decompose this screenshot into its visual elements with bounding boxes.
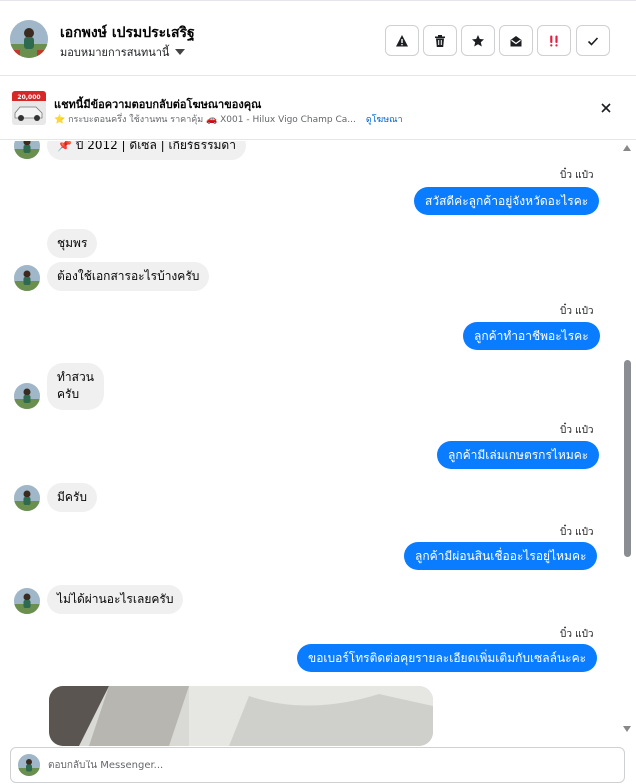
- shared-photo[interactable]: [49, 686, 433, 746]
- incoming-message: ทำสวน ครับ: [47, 363, 104, 410]
- message-line: ครับ: [57, 387, 80, 401]
- close-notice-button[interactable]: [596, 98, 616, 118]
- assign-conversation-dropdown[interactable]: มอบหมายการสนทนานี้: [60, 43, 186, 61]
- incoming-message: ชุมพร: [47, 229, 98, 258]
- message-sender-name: บิ๋ว แป๋ว: [560, 425, 594, 436]
- scroll-down-arrow-icon[interactable]: [623, 726, 631, 732]
- assign-label: มอบหมายการสนทนานี้: [60, 46, 170, 59]
- warning-icon: [396, 34, 408, 46]
- follow-up-icon: [550, 35, 558, 46]
- ad-thumbnail-badge: 20,000: [17, 94, 40, 101]
- scrollbar-thumb[interactable]: [624, 360, 631, 557]
- page-avatar: [18, 754, 40, 776]
- message-sender-name: บิ๋ว แป๋ว: [560, 170, 594, 181]
- trash-icon: [435, 34, 445, 47]
- contact-name[interactable]: เอกพงษ์ เปรมประเสริฐ: [60, 22, 195, 44]
- message-sender-name: บิ๋ว แป๋ว: [560, 629, 594, 640]
- outgoing-message: ลูกค้าทำอาชีพอะไรคะ: [463, 322, 600, 350]
- ad-notice-subtitle: ⭐ กระบะตอนครึ่ง ใช้งานทน ราคาคุ้ม 🚗 X001…: [54, 112, 403, 126]
- outgoing-message: ขอเบอร์โทรติดต่อคุยรายละเอียดเพิ่มเติมกั…: [297, 644, 598, 672]
- contact-message-avatar: [14, 485, 40, 511]
- mark-done-button[interactable]: [576, 25, 610, 56]
- ad-notice-title: แชทนี้มีข้อความตอบกลับต่อโฆษณาของคุณ: [54, 98, 262, 111]
- mark-unread-button[interactable]: [499, 25, 533, 56]
- star-button[interactable]: [461, 25, 495, 56]
- ad-notice-description: ⭐ กระบะตอนครึ่ง ใช้งานทน ราคาคุ้ม 🚗 X001…: [54, 115, 356, 125]
- message-sender-name: บิ๋ว แป๋ว: [560, 306, 594, 317]
- contact-message-avatar: [14, 383, 40, 409]
- contact-message-avatar: [14, 588, 40, 614]
- mark-unread-icon: [510, 35, 522, 46]
- follow-up-button[interactable]: [537, 25, 571, 56]
- incoming-message: มีครับ: [47, 483, 97, 512]
- chevron-down-icon: [175, 49, 186, 55]
- outgoing-message: สวัสดีค่ะลูกค้าอยู่จังหวัดอะไรคะ: [414, 187, 600, 215]
- reply-input[interactable]: [48, 760, 608, 771]
- incoming-message: 📌 ปี 2012 | ดีเซล | เกียร์ธรรมดา: [47, 141, 246, 160]
- delete-button[interactable]: [423, 25, 457, 56]
- message-line: ทำสวน: [57, 370, 94, 384]
- message-sender-name: บิ๋ว แป๋ว: [560, 527, 594, 538]
- view-ad-link[interactable]: ดูโฆษณา: [366, 112, 403, 126]
- ad-thumbnail[interactable]: 20,000: [12, 91, 46, 125]
- close-icon: [601, 103, 611, 113]
- outgoing-message: ลูกค้ามีเล่มเกษตรกรไหมคะ: [437, 441, 600, 469]
- mark-spam-button[interactable]: [385, 25, 419, 56]
- star-icon: [472, 34, 484, 46]
- contact-avatar[interactable]: [10, 20, 48, 58]
- scroll-up-arrow-icon[interactable]: [623, 145, 631, 151]
- contact-message-avatar: [14, 141, 40, 159]
- outgoing-message: ลูกค้ามีผ่อนสินเชื่ออะไรอยู่ไหมคะ: [404, 542, 598, 570]
- contact-message-avatar: [14, 265, 40, 291]
- incoming-message: ต้องใช้เอกสารอะไรบ้างครับ: [47, 262, 210, 291]
- incoming-message: ไม่ได้ผ่านอะไรเลยครับ: [47, 585, 184, 614]
- check-icon: [587, 36, 599, 46]
- message-thread[interactable]: 📌 ปี 2012 | ดีเซล | เกียร์ธรรมดา บิ๋ว แป…: [0, 141, 622, 737]
